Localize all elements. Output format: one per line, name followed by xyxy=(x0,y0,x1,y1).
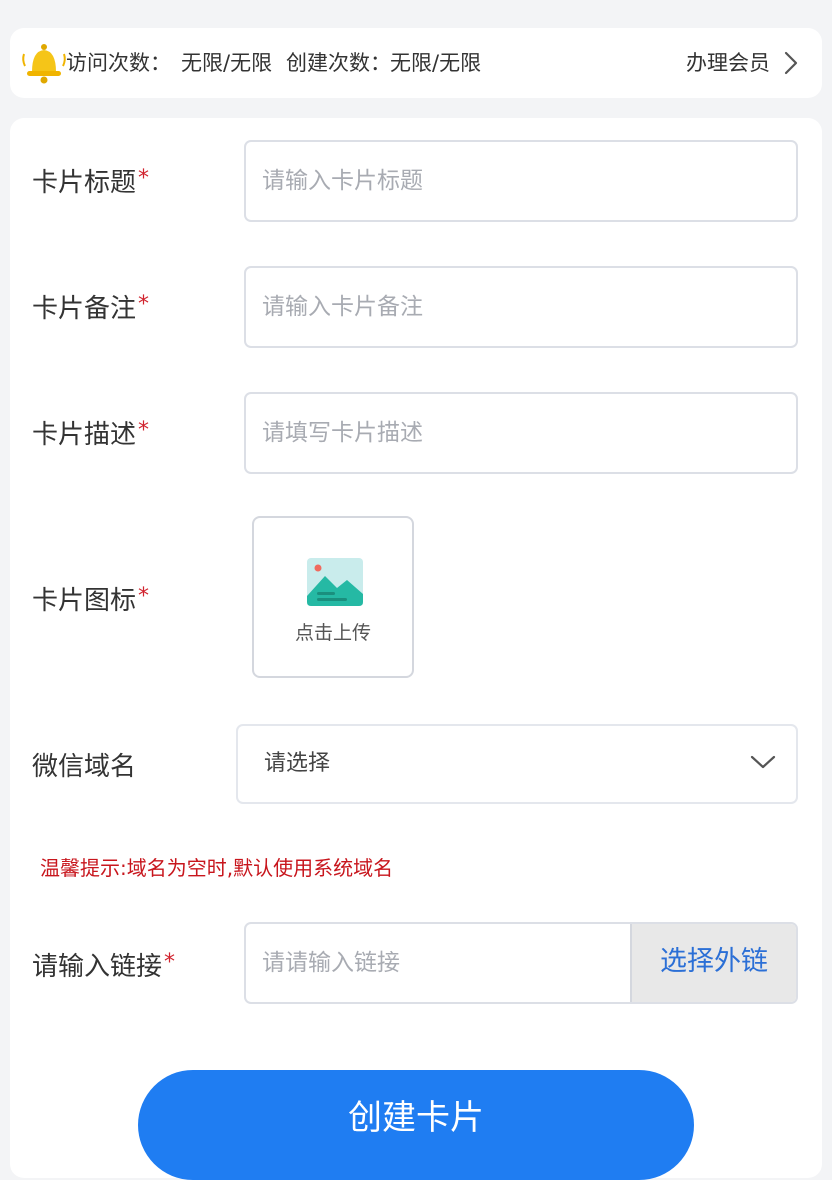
card-remark-label-text: 卡片备注 xyxy=(32,294,137,324)
wechat-domain-selected-value: 请选择 xyxy=(264,751,331,776)
visits-label: 访问次数： xyxy=(66,51,171,75)
required-mark: * xyxy=(138,418,150,443)
card-title-input[interactable] xyxy=(244,140,798,222)
image-upload-icon xyxy=(307,558,363,606)
member-signup-link[interactable]: 办理会员 xyxy=(686,28,798,98)
card-form: 卡片标题* 卡片备注* 卡片描述* 卡片图标* 点击上传 微信域名 请选择 温馨… xyxy=(10,118,822,1180)
visits-value: 无限/无限 xyxy=(181,51,273,75)
card-remark-input[interactable] xyxy=(244,266,798,348)
creations-value: 无限/无限 xyxy=(390,51,482,75)
domain-tip: 温馨提示:域名为空时,默认使用系统域名 xyxy=(40,856,394,880)
card-remark-label: 卡片备注* xyxy=(32,288,149,325)
quota-notice-bar: 访问次数： 无限/无限 创建次数： 无限/无限 办理会员 xyxy=(10,28,822,98)
link-input-group: 选择外链 xyxy=(244,922,798,1004)
wechat-domain-select[interactable]: 请选择 xyxy=(236,724,798,804)
upload-label: 点击上传 xyxy=(294,622,371,644)
card-description-input[interactable] xyxy=(244,392,798,474)
link-label: 请输入链接* xyxy=(32,946,175,983)
chevron-down-icon xyxy=(750,755,776,769)
bell-icon xyxy=(22,44,66,84)
card-description-label-text: 卡片描述 xyxy=(32,420,137,450)
create-card-button[interactable]: 创建卡片 xyxy=(138,1070,694,1180)
chevron-right-icon xyxy=(784,51,798,75)
card-icon-label: 卡片图标* xyxy=(32,580,149,617)
member-link-label: 办理会员 xyxy=(686,51,770,75)
link-label-text: 请输入链接 xyxy=(32,952,163,982)
creations-label: 创建次数： xyxy=(286,51,391,75)
select-external-link-button[interactable]: 选择外链 xyxy=(630,924,796,1002)
required-mark: * xyxy=(164,950,176,975)
card-icon-upload-button[interactable]: 点击上传 xyxy=(252,516,414,678)
card-title-label: 卡片标题* xyxy=(32,162,149,199)
card-icon-label-text: 卡片图标 xyxy=(32,586,137,616)
required-mark: * xyxy=(138,166,150,191)
required-mark: * xyxy=(138,584,150,609)
card-description-label: 卡片描述* xyxy=(32,414,149,451)
required-mark: * xyxy=(138,292,150,317)
wechat-domain-label: 微信域名 xyxy=(32,752,137,782)
link-input[interactable] xyxy=(246,924,632,1002)
card-title-label-text: 卡片标题 xyxy=(32,168,137,198)
